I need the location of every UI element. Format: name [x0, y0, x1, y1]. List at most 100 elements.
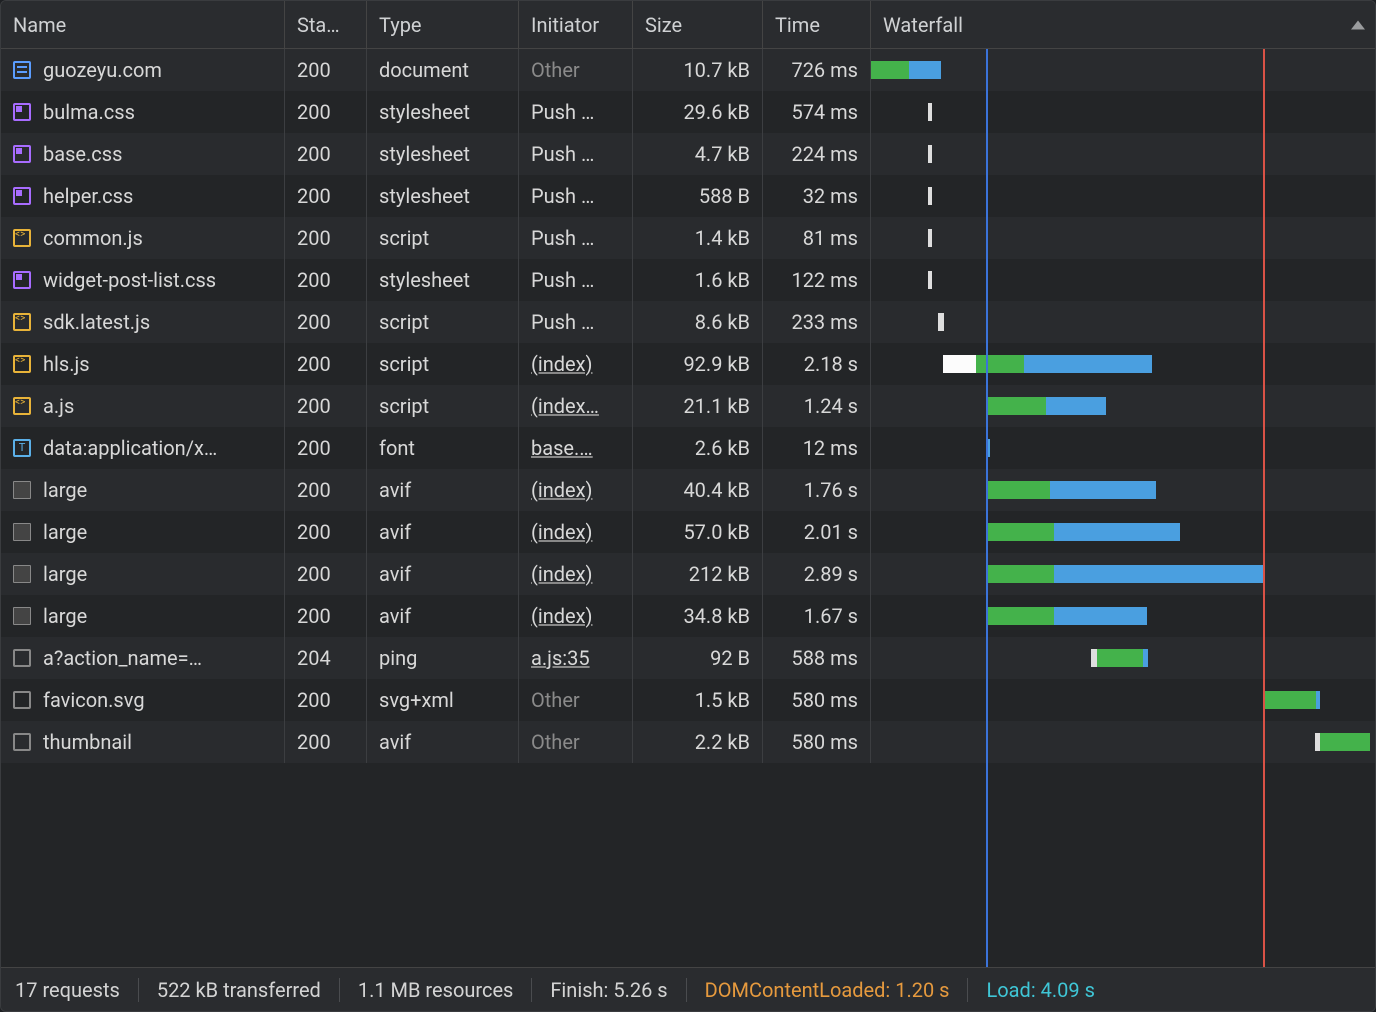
- cell-initiator[interactable]: (index): [519, 343, 633, 385]
- cell-status: 200: [285, 553, 367, 595]
- cell-initiator[interactable]: (index): [519, 595, 633, 637]
- table-row[interactable]: bulma.css200stylesheetPush …29.6 kB574 m…: [1, 91, 1375, 133]
- cell-type: avif: [367, 595, 519, 637]
- waterfall-bar: [928, 187, 933, 205]
- table-row[interactable]: widget-post-list.css200stylesheetPush …1…: [1, 259, 1375, 301]
- cell-name[interactable]: large: [1, 469, 285, 511]
- resource-name: hls.js: [43, 352, 90, 376]
- img-icon: [13, 481, 31, 499]
- cell-name[interactable]: large: [1, 553, 285, 595]
- cell-waterfall[interactable]: [871, 259, 1375, 301]
- cell-time: 726 ms: [763, 49, 871, 91]
- table-row[interactable]: a.js200script(index…21.1 kB1.24 s: [1, 385, 1375, 427]
- cell-waterfall[interactable]: [871, 49, 1375, 91]
- table-row[interactable]: a?action_name=…204pinga.js:3592 B588 ms: [1, 637, 1375, 679]
- cell-time: 1.76 s: [763, 469, 871, 511]
- resource-name: bulma.css: [43, 100, 135, 124]
- cell-waterfall[interactable]: [871, 679, 1375, 721]
- cell-waterfall[interactable]: [871, 175, 1375, 217]
- cell-waterfall[interactable]: [871, 721, 1375, 763]
- cell-name[interactable]: sdk.latest.js: [1, 301, 285, 343]
- waterfall-segment: [928, 103, 933, 121]
- cell-initiator[interactable]: (index…: [519, 385, 633, 427]
- header-status[interactable]: Sta…: [285, 1, 367, 48]
- summary-transferred: 522 kB transferred: [157, 978, 321, 1002]
- table-row[interactable]: thumbnail200avifOther2.2 kB580 ms: [1, 721, 1375, 763]
- cell-name[interactable]: base.css: [1, 133, 285, 175]
- cell-name[interactable]: thumbnail: [1, 721, 285, 763]
- cell-waterfall[interactable]: [871, 427, 1375, 469]
- cell-time: 122 ms: [763, 259, 871, 301]
- waterfall-segment: [928, 229, 933, 247]
- table-row[interactable]: base.css200stylesheetPush …4.7 kB224 ms: [1, 133, 1375, 175]
- cell-name[interactable]: a.js: [1, 385, 285, 427]
- cell-type: ping: [367, 637, 519, 679]
- cell-initiator: Push …: [519, 301, 633, 343]
- cell-name[interactable]: large: [1, 595, 285, 637]
- table-row[interactable]: hls.js200script(index)92.9 kB2.18 s: [1, 343, 1375, 385]
- header-name[interactable]: Name: [1, 1, 285, 48]
- cell-waterfall[interactable]: [871, 595, 1375, 637]
- waterfall-segment: [987, 565, 1054, 583]
- cell-time: 588 ms: [763, 637, 871, 679]
- cell-waterfall[interactable]: [871, 637, 1375, 679]
- cell-name[interactable]: large: [1, 511, 285, 553]
- waterfall-segment: [976, 355, 1024, 373]
- cell-initiator[interactable]: (index): [519, 553, 633, 595]
- cell-status: 200: [285, 301, 367, 343]
- cell-name[interactable]: widget-post-list.css: [1, 259, 285, 301]
- cell-initiator[interactable]: (index): [519, 469, 633, 511]
- cell-name[interactable]: guozeyu.com: [1, 49, 285, 91]
- cell-size: 34.8 kB: [633, 595, 763, 637]
- header-size[interactable]: Size: [633, 1, 763, 48]
- cell-size: 10.7 kB: [633, 49, 763, 91]
- cell-size: 588 B: [633, 175, 763, 217]
- header-initiator[interactable]: Initiator: [519, 1, 633, 48]
- cell-type: script: [367, 217, 519, 259]
- waterfall-segment: [1050, 481, 1155, 499]
- table-row[interactable]: Tdata:application/x…200fontbase.…2.6 kB1…: [1, 427, 1375, 469]
- waterfall-segment: [1143, 649, 1148, 667]
- cell-type: stylesheet: [367, 175, 519, 217]
- header-type[interactable]: Type: [367, 1, 519, 48]
- cell-status: 200: [285, 679, 367, 721]
- resource-name: large: [43, 520, 87, 544]
- cell-waterfall[interactable]: [871, 301, 1375, 343]
- table-row[interactable]: sdk.latest.js200scriptPush …8.6 kB233 ms: [1, 301, 1375, 343]
- cell-initiator[interactable]: a.js:35: [519, 637, 633, 679]
- cell-name[interactable]: favicon.svg: [1, 679, 285, 721]
- summary-resources: 1.1 MB resources: [358, 978, 514, 1002]
- cell-waterfall[interactable]: [871, 511, 1375, 553]
- cell-name[interactable]: bulma.css: [1, 91, 285, 133]
- cell-name[interactable]: Tdata:application/x…: [1, 427, 285, 469]
- cell-initiator[interactable]: base.…: [519, 427, 633, 469]
- table-row[interactable]: large200avif(index)57.0 kB2.01 s: [1, 511, 1375, 553]
- cell-waterfall[interactable]: [871, 553, 1375, 595]
- table-row[interactable]: helper.css200stylesheetPush …588 B32 ms: [1, 175, 1375, 217]
- cell-waterfall[interactable]: [871, 343, 1375, 385]
- waterfall-segment: [987, 397, 1046, 415]
- cell-waterfall[interactable]: [871, 385, 1375, 427]
- table-row[interactable]: large200avif(index)34.8 kB1.67 s: [1, 595, 1375, 637]
- cell-waterfall[interactable]: [871, 133, 1375, 175]
- cell-status: 200: [285, 343, 367, 385]
- cell-waterfall[interactable]: [871, 217, 1375, 259]
- cell-waterfall[interactable]: [871, 91, 1375, 133]
- table-row[interactable]: large200avif(index)212 kB2.89 s: [1, 553, 1375, 595]
- cell-initiator[interactable]: (index): [519, 511, 633, 553]
- cell-name[interactable]: a?action_name=…: [1, 637, 285, 679]
- table-row[interactable]: guozeyu.com200documentOther10.7 kB726 ms: [1, 49, 1375, 91]
- cell-waterfall[interactable]: [871, 469, 1375, 511]
- cell-time: 1.67 s: [763, 595, 871, 637]
- cell-name[interactable]: hls.js: [1, 343, 285, 385]
- table-row[interactable]: large200avif(index)40.4 kB1.76 s: [1, 469, 1375, 511]
- table-row[interactable]: common.js200scriptPush …1.4 kB81 ms: [1, 217, 1375, 259]
- cell-initiator: Push …: [519, 217, 633, 259]
- waterfall-bar: [987, 523, 1180, 541]
- table-row[interactable]: favicon.svg200svg+xmlOther1.5 kB580 ms: [1, 679, 1375, 721]
- cell-name[interactable]: common.js: [1, 217, 285, 259]
- header-waterfall[interactable]: Waterfall: [871, 1, 1375, 48]
- cell-name[interactable]: helper.css: [1, 175, 285, 217]
- header-time[interactable]: Time: [763, 1, 871, 48]
- resource-name: large: [43, 562, 87, 586]
